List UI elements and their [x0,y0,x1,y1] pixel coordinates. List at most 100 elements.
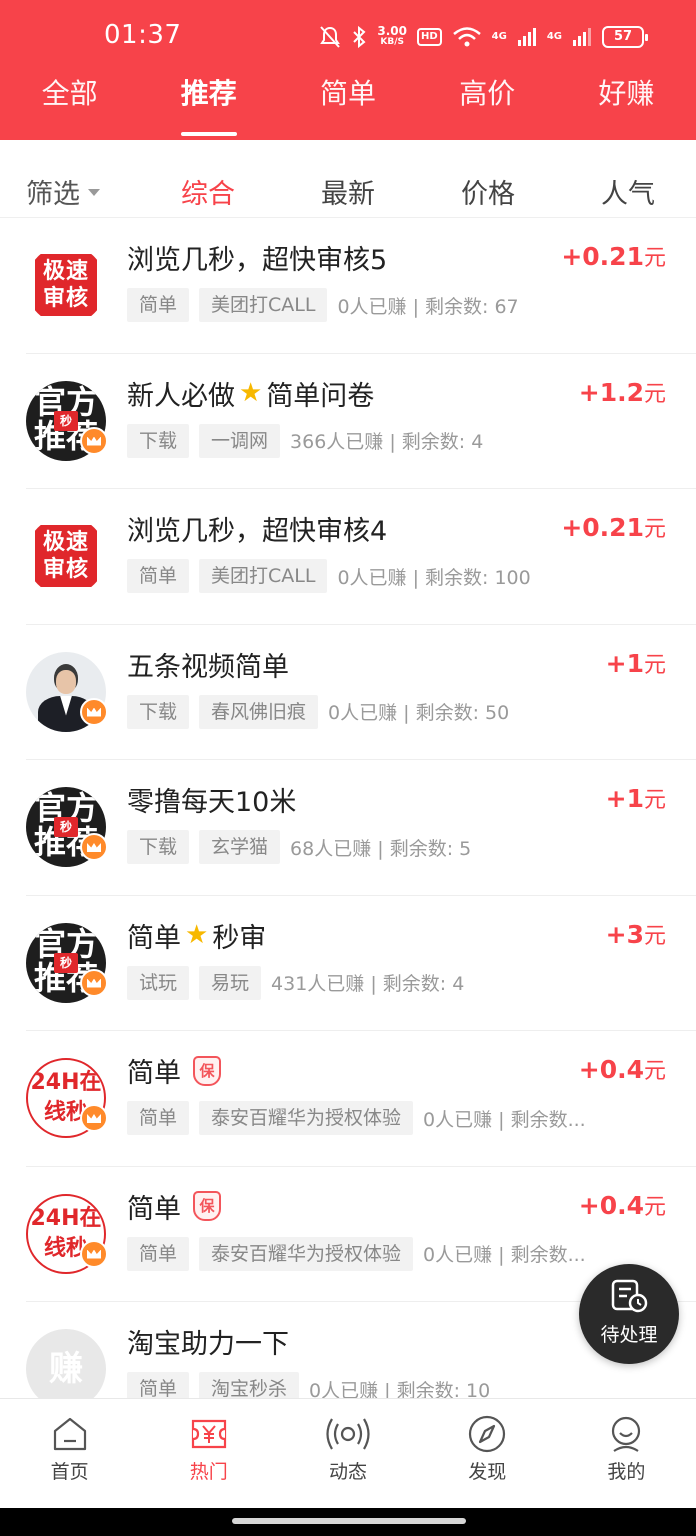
avatar: 24H在 线秒 [26,1058,108,1138]
status-bar: 01:37 3.00 KB/S HD 4G 4G 57 [0,0,696,72]
task-source-tag: 春风佛旧痕 [199,694,319,729]
task-stats: 0人已赚 | 剩余数: 67 [337,295,519,318]
task-price: +0.4元 [578,1055,666,1084]
hd-icon: HD [416,28,442,46]
task-meta: 简单 泰安百耀华为授权体验 0人已赚 | 剩余数... [127,1101,586,1135]
bluetooth-icon [353,25,366,49]
task-row[interactable]: 五条视频简单 +1元 下载 春风佛旧痕 0人已赚 | 剩余数: 50 [26,625,696,760]
task-row[interactable]: 官方 推荐 秒 零撸每天10米 +1元 下载 玄学猫 68人已赚 | 剩余数: 5 [26,760,696,896]
task-meta: 下载 一调网 366人已赚 | 剩余数: 4 [127,423,484,458]
task-title: 浏览几秒，超快审核5 [127,245,388,276]
task-title: 五条视频简单 [127,651,289,683]
task-stats: 0人已赚 | 剩余数: 50 [328,702,510,724]
task-price: +0.4元 [578,1190,666,1220]
task-price: +1.2元 [578,377,666,407]
task-title: 简单保 [127,1051,221,1090]
task-type-tag: 简单 [127,288,190,322]
nav-discover[interactable]: 发现 [418,1399,557,1508]
task-row[interactable]: 24H在 线秒 简单保 +0.4元 简单 泰安百耀华为授权体验 0人已赚 | 剩余… [26,1031,696,1167]
sort-comprehensive[interactable]: 综合 [163,172,253,211]
task-title: 淘宝助力一下 [127,1329,289,1360]
task-meta: 简单 泰安百耀华为授权体验 0人已赚 | 剩余数... [127,1236,586,1271]
task-meta: 简单 美团打CALL 0人已赚 | 剩余数: 67 [127,288,519,322]
task-stats: 0人已赚 | 剩余数... [423,1108,586,1131]
mute-bell-icon [320,26,341,48]
network-type-2: 4G [546,31,562,42]
fast-review-logo: 极速 审核 [26,516,106,596]
star-icon: ★ [239,378,263,408]
task-source-tag: 泰安百耀华为授权体验 [199,1236,414,1271]
task-type-tag: 下载 [127,830,190,864]
filter-dropdown[interactable]: 筛选 [26,172,100,211]
task-meta: 下载 玄学猫 68人已赚 | 剩余数: 5 [127,830,471,864]
hot-yuan-icon [191,1419,226,1449]
battery-icon: 57 [602,26,648,48]
category-tabs: 全部 推荐 简单 高价 好赚 [0,72,696,140]
caret-down-icon [88,189,100,196]
avatar: 官方 推荐 秒 [26,787,108,867]
signal-icon [517,28,536,46]
avatar: 极速 审核 [26,245,106,325]
task-meta: 简单 美团打CALL 0人已赚 | 剩余数: 100 [127,559,531,593]
task-source-tag: 泰安百耀华为授权体验 [199,1101,414,1135]
task-list: 极速 审核 浏览几秒，超快审核5 +0.21元 简单 美团打CALL 0人已赚 |… [0,218,696,1438]
task-title: 新人必做 ★ 简单问卷 [127,378,375,412]
sort-price[interactable]: 价格 [443,172,533,211]
task-type-tag: 下载 [127,423,190,458]
task-row[interactable]: 极速 审核 浏览几秒，超快审核4 +0.21元 简单 美团打CALL 0人已赚 |… [26,489,696,625]
crown-icon [80,1104,108,1132]
home-indicator[interactable] [232,1518,466,1524]
task-row[interactable]: 官方 推荐 秒 新人必做 ★ 简单问卷 +1.2元 下载 一调网 366人已赚 | 剩… [26,354,696,489]
task-price: +0.21元 [561,513,666,542]
task-source-tag: 美团打CALL [199,288,328,322]
nav-hot[interactable]: 热门 [139,1399,278,1508]
task-title: 简单保 [127,1187,221,1226]
compass-icon [469,1415,506,1453]
sort-latest[interactable]: 最新 [303,172,393,211]
tab-recommended[interactable]: 推荐 [139,72,278,140]
status-icons: 3.00 KB/S HD 4G 4G 57 [319,20,648,54]
tab-simple[interactable]: 简单 [278,72,417,140]
pending-label: 待处理 [600,1324,658,1346]
star-icon: ★ [185,920,209,950]
task-title: 浏览几秒，超快审核4 [127,516,388,547]
task-type-tag: 简单 [127,559,190,593]
task-price: +1元 [605,648,666,678]
crown-icon [80,426,108,455]
sort-popularity[interactable]: 人气 [583,172,673,211]
filter-bar: 筛选 综合 最新 价格 人气 [0,140,696,218]
crown-icon [80,968,108,997]
app-root: 01:37 3.00 KB/S HD 4G 4G 57 全部 推荐 简单 高价 好… [0,0,696,1536]
task-price: +3元 [605,919,666,949]
task-price: +0.21元 [561,242,666,271]
task-row[interactable]: 官方 推荐 秒 简单 ★ 秒审 +3元 试玩 易玩 431人已赚 | 剩余数: 4 [26,896,696,1031]
status-time: 01:37 [104,20,182,50]
nav-home[interactable]: 首页 [0,1399,139,1508]
nav-profile[interactable]: 我的 [557,1399,696,1508]
avatar [26,651,108,732]
pending-clock-icon [611,1279,648,1313]
pending-button[interactable]: 待处理 [579,1264,679,1364]
nav-feed[interactable]: 动态 [278,1399,417,1508]
task-type-tag: 下载 [127,694,190,729]
task-title: 简单 ★ 秒审 [127,920,267,954]
avatar: 极速 审核 [26,516,106,596]
task-row[interactable]: 极速 审核 浏览几秒，超快审核5 +0.21元 简单 美团打CALL 0人已赚 |… [26,218,696,354]
tab-easy-earn[interactable]: 好赚 [557,72,696,140]
wifi-icon [452,27,481,47]
task-stats: 0人已赚 | 剩余数: 100 [337,566,531,589]
tab-all[interactable]: 全部 [0,72,139,140]
guarantee-badge-icon: 保 [193,1191,221,1221]
task-stats: 68人已赚 | 剩余数: 5 [290,837,472,860]
task-type-tag: 试玩 [127,965,190,1000]
avatar: 官方 推荐 秒 [26,922,108,1003]
task-stats: 366人已赚 | 剩余数: 4 [290,431,484,453]
avatar: 赚 [26,1329,106,1409]
task-meta: 下载 春风佛旧痕 0人已赚 | 剩余数: 50 [127,694,510,729]
tab-high-price[interactable]: 高价 [418,72,557,140]
filter-label: 筛选 [26,179,80,210]
header: 01:37 3.00 KB/S HD 4G 4G 57 全部 推荐 简单 高价 好… [0,0,696,140]
task-title: 零撸每天10米 [127,787,297,818]
crown-icon [80,833,108,861]
crown-icon [80,697,108,726]
